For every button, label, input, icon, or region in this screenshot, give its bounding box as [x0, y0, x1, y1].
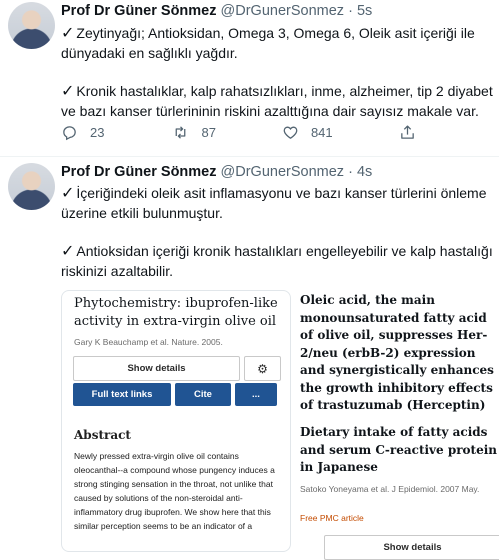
dot-separator: ·	[348, 164, 353, 180]
tweet-actions: 23 87 841	[61, 124, 416, 141]
full-text-links-button[interactable]: Full text links	[73, 383, 171, 406]
abstract-text: Newly pressed extra-virgin olive oil con…	[74, 451, 275, 532]
share-button[interactable]	[399, 124, 416, 141]
reply-count: 23	[90, 125, 105, 140]
check-icon: ✓	[61, 25, 75, 42]
reply-icon	[63, 126, 76, 141]
details-row: Show details ⚙	[73, 356, 281, 381]
abstract-heading: Abstract	[74, 428, 131, 442]
retweet-icon	[176, 126, 186, 139]
avatar[interactable]	[8, 163, 55, 210]
tweet-text: ✓ Zeytinyağı; Antioksidan, Omega 3, Omega…	[61, 24, 493, 121]
heart-icon	[283, 126, 298, 139]
show-details-button[interactable]: Show details	[73, 356, 240, 381]
more-button[interactable]: ...	[235, 383, 277, 406]
tweet-header: Prof Dr Güner Sönmez @DrGunerSonmez · 5s	[61, 3, 372, 19]
links-row: Full text links Cite ...	[73, 383, 277, 406]
retweet-button[interactable]: 87	[172, 124, 216, 141]
tweet-paragraph: ✓ Antioksidan içeriği kronik hastalıkları…	[61, 243, 493, 279]
dot-separator: ·	[348, 3, 353, 19]
check-icon: ✓	[61, 243, 75, 260]
like-count: 841	[310, 125, 333, 140]
gear-icon[interactable]: ⚙	[244, 356, 281, 381]
article-title: Oleic acid, the main monounsaturated fat…	[300, 293, 494, 416]
retweet-count: 87	[201, 125, 216, 140]
tweet-text: ✓ İçeriğindeki oleik asit inflamasyonu ve…	[61, 184, 493, 281]
author-name[interactable]: Prof Dr Güner Sönmez	[61, 164, 217, 180]
share-icon	[400, 125, 414, 139]
like-button[interactable]: 841	[282, 124, 333, 141]
tweet-time[interactable]: 4s	[357, 164, 372, 180]
author-name[interactable]: Prof Dr Güner Sönmez	[61, 3, 217, 19]
check-icon: ✓	[61, 185, 75, 202]
cite-button[interactable]: Cite	[175, 383, 231, 406]
attached-image-left[interactable]: Phytochemistry: ibuprofen-like activity …	[61, 290, 291, 552]
tweet-1[interactable]: Prof Dr Güner Sönmez @DrGunerSonmez · 5s…	[0, 0, 499, 157]
show-details-button[interactable]: Show details	[324, 535, 499, 560]
tweet-paragraph: ✓ Zeytinyağı; Antioksidan, Omega 3, Omega…	[61, 25, 475, 61]
tweet-paragraph: ✓ Kronik hastalıklar, kalp rahatsızlıklar…	[61, 83, 493, 119]
tweet-paragraph: ✓ İçeriğindeki oleik asit inflamasyonu ve…	[61, 185, 487, 221]
author-handle[interactable]: @DrGunerSonmez	[221, 3, 345, 19]
article-title: Dietary intake of fatty acids and serum …	[300, 425, 498, 474]
tweet-time[interactable]: 5s	[357, 3, 372, 19]
author-handle[interactable]: @DrGunerSonmez	[221, 164, 345, 180]
free-pmc-label: Free PMC article	[300, 513, 364, 523]
reply-button[interactable]: 23	[61, 124, 104, 141]
check-icon: ✓	[61, 83, 75, 100]
tweet-header: Prof Dr Güner Sönmez @DrGunerSonmez · 4s	[61, 164, 372, 180]
avatar[interactable]	[8, 2, 55, 49]
article-authors: Satoko Yoneyama et al. J Epidemiol. 2007…	[300, 484, 480, 494]
article-authors: Gary K Beauchamp et al. Nature. 2005.	[74, 337, 223, 347]
article-title: Phytochemistry: ibuprofen-like activity …	[74, 296, 278, 329]
